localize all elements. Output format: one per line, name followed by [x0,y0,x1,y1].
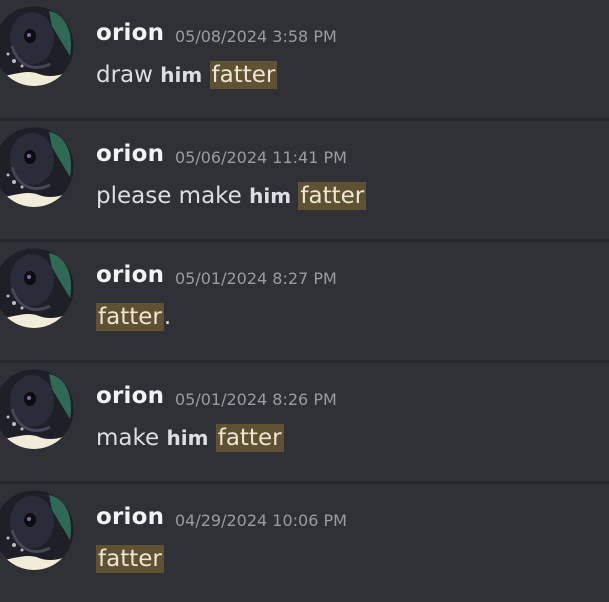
timestamp: 05/01/2024 8:27 PM [175,269,337,288]
message-bold-text: him [166,426,209,450]
message-content: make him fatter [96,423,284,453]
message-spacer [202,62,209,88]
message-content: fatter. [96,302,171,332]
message-bold-text: him [249,184,292,208]
message[interactable]: orion 05/08/2024 3:58 PM draw him fatter [0,0,609,118]
message[interactable]: orion 04/29/2024 10:06 PM fatter [0,484,609,602]
message[interactable]: orion 05/01/2024 8:27 PM fatter. [0,242,609,360]
avatar-icon [0,490,74,570]
username[interactable]: orion [96,262,164,288]
avatar[interactable] [0,490,74,570]
message-content: draw him fatter [96,60,278,90]
username[interactable]: orion [96,383,164,409]
username[interactable]: orion [96,141,164,167]
message-text: please make [96,183,250,209]
avatar-icon [0,369,74,449]
timestamp: 05/06/2024 11:41 PM [175,148,347,167]
avatar[interactable] [0,248,74,328]
message-content: please make him fatter [96,181,367,211]
username[interactable]: orion [96,20,164,46]
avatar[interactable] [0,127,74,207]
message[interactable]: orion 05/01/2024 8:26 PM make him fatter [0,363,609,481]
message-text: make [96,425,167,451]
avatar-icon [0,248,74,328]
avatar[interactable] [0,369,74,449]
search-highlight: fatter [96,303,164,331]
avatar[interactable] [0,6,74,86]
search-highlight: fatter [96,545,164,573]
timestamp: 05/08/2024 3:58 PM [175,27,337,46]
avatar-icon [0,6,74,86]
avatar-icon [0,127,74,207]
message[interactable]: orion 05/06/2024 11:41 PM please make hi… [0,121,609,239]
search-highlight: fatter [298,182,367,210]
search-highlight: fatter [215,424,284,452]
message-bold-text: him [160,63,203,87]
message-text: draw [96,62,161,88]
username[interactable]: orion [96,504,164,530]
message-spacer [208,425,215,451]
message-content: fatter [96,544,164,574]
message-suffix: . [163,304,172,330]
timestamp: 04/29/2024 10:06 PM [175,511,347,530]
timestamp: 05/01/2024 8:26 PM [175,390,337,409]
search-highlight: fatter [209,61,278,89]
